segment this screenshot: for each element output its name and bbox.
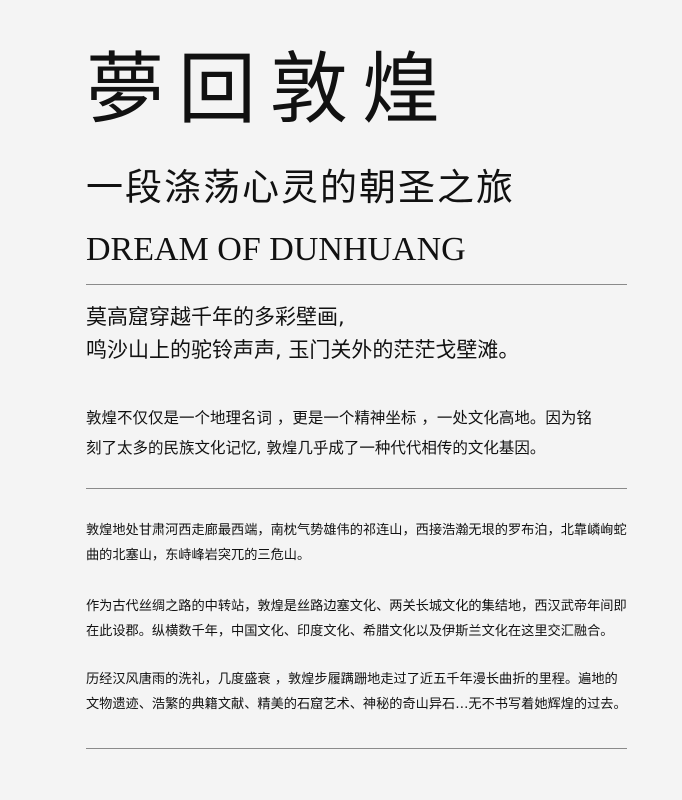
detail-paragraph-geography: 敦煌地处甘肃河西走廊最西端，南枕气势雄伟的祁连山，西接浩瀚无垠的罗布泊，北靠嶙峋… [86, 518, 631, 568]
page-title: 夢回敦煌 [86, 45, 455, 135]
paragraph-main: 敦煌不仅仅是一个地理名词 ，更是一个精神坐标 ，一处文化高地。因为铭 刻了太多的… [86, 403, 631, 463]
page-subtitle: 一段涤荡心灵的朝圣之旅 [86, 166, 515, 209]
intro-line: 鸣沙山上的驼铃声声, 玉门关外的茫茫戈壁滩。 [86, 338, 520, 362]
paragraph-line: 敦煌不仅仅是一个地理名词 ，更是一个精神坐标 ，一处文化高地。因为铭 [86, 409, 592, 427]
detail-paragraph-history: 历经汉风唐雨的洗礼，几度盛衰 ，敦煌步履蹒跚地走过了近五千年漫长曲折的里程。遍地… [86, 667, 631, 717]
divider-middle [86, 488, 627, 489]
detail-line: 敦煌地处甘肃河西走廊最西端，南枕气势雄伟的祁连山，西接浩瀚无垠的罗布泊，北靠嶙峋… [86, 523, 627, 538]
intro-line: 莫高窟穿越千年的多彩壁画, [86, 305, 345, 329]
detail-line: 在此设郡。纵横数千年，中国文化、印度文化、希腊文化以及伊斯兰文化在这里交汇融合。 [86, 624, 614, 639]
detail-line: 历经汉风唐雨的洗礼，几度盛衰 ，敦煌步履蹒跚地走过了近五千年漫长曲折的里程。遍地… [86, 672, 618, 687]
page: 夢回敦煌 一段涤荡心灵的朝圣之旅 DREAM OF DUNHUANG 莫高窟穿越… [0, 0, 682, 800]
english-title: DREAM OF DUNHUANG [86, 231, 466, 268]
detail-paragraph-silk-road: 作为古代丝绸之路的中转站，敦煌是丝路边塞文化、两关长城文化的集结地，西汉武帝年间… [86, 594, 631, 644]
intro-text: 莫高窟穿越千年的多彩壁画, 鸣沙山上的驼铃声声, 玉门关外的茫茫戈壁滩。 [86, 301, 631, 367]
detail-line: 作为古代丝绸之路的中转站，敦煌是丝路边塞文化、两关长城文化的集结地，西汉武帝年间… [86, 599, 627, 614]
detail-line: 文物遗迹、浩繁的典籍文献、精美的石窟艺术、神秘的奇山异石…无不书写着她辉煌的过去… [86, 697, 627, 712]
detail-line: 曲的北塞山，东峙峰岩突兀的三危山。 [86, 548, 311, 563]
divider-bottom [86, 748, 627, 749]
paragraph-line: 刻了太多的民族文化记忆, 敦煌几乎成了一种代代相传的文化基因。 [86, 439, 546, 457]
divider-top [86, 284, 627, 285]
